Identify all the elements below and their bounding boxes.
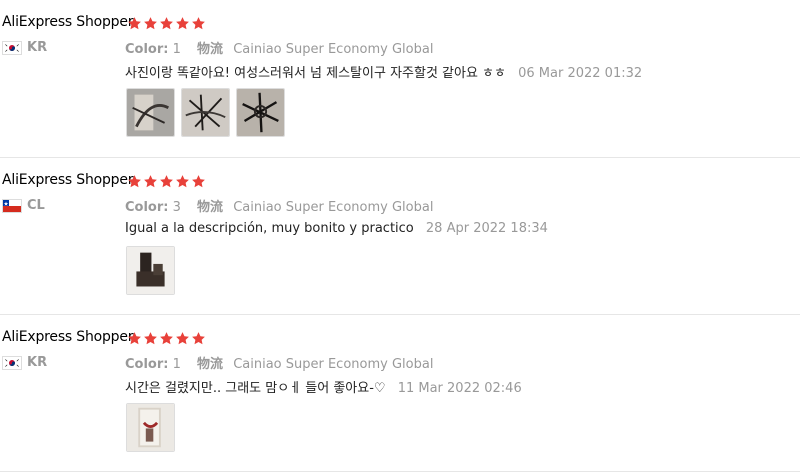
star-icon: [127, 174, 142, 189]
country-code: CL: [27, 198, 45, 213]
review-photo-thumbnail[interactable]: [181, 88, 230, 137]
star-rating: [127, 16, 206, 32]
star-rating: [127, 174, 206, 190]
star-icon: [191, 331, 206, 346]
review-meta: Color: 1 物流 Cainiao Super Economy Global: [125, 38, 433, 57]
review-photo-thumbnail[interactable]: [126, 88, 175, 137]
shipping-value: Cainiao Super Economy Global: [233, 42, 434, 57]
review-photo-thumbnail[interactable]: [126, 403, 175, 452]
star-icon: [143, 174, 158, 189]
review-meta: Color: 3 物流 Cainiao Super Economy Global: [125, 196, 433, 215]
star-icon: [175, 331, 190, 346]
reviewer-name: AliExpress Shopper: [2, 329, 134, 345]
star-rating: [127, 331, 206, 347]
south-korea-flag-icon: [2, 355, 22, 370]
review-date: 11 Mar 2022 02:46: [397, 381, 522, 396]
review-text-row: Igual a la descripción, muy bonito y pra…: [125, 221, 548, 236]
star-icon: [127, 16, 142, 31]
review-photo-thumbnail[interactable]: [236, 88, 285, 137]
shipping-label: 物流: [197, 357, 224, 372]
star-icon: [175, 16, 190, 31]
review-meta: Color: 1 物流 Cainiao Super Economy Global: [125, 353, 433, 372]
shipping-label: 物流: [197, 42, 224, 57]
star-icon: [127, 331, 142, 346]
chile-flag-icon: [2, 198, 22, 213]
color-label: Color:: [125, 200, 169, 215]
divider: [0, 471, 800, 472]
review-text-row: 사진이랑 똑같아요! 여성스러워서 넘 제스탈이구 자주할것 같아요 ㅎㅎ 06…: [125, 62, 642, 81]
country-code: KR: [27, 355, 48, 370]
color-value: 1: [172, 357, 181, 372]
review-photos: [126, 88, 285, 137]
country-code: KR: [27, 40, 48, 55]
review-text: 사진이랑 똑같아요! 여성스러워서 넘 제스탈이구 자주할것 같아요 ㅎㅎ: [125, 66, 506, 81]
reviewer-country: CL: [2, 198, 45, 213]
divider: [0, 314, 800, 315]
south-korea-flag-icon: [2, 40, 22, 55]
review-text: 시간은 걸렸지만.. 그래도 맘ㅇㅔ 들어 좋아요-♡: [125, 381, 386, 396]
reviewer-name: AliExpress Shopper: [2, 14, 134, 30]
reviewer-name: AliExpress Shopper: [2, 172, 134, 188]
review-text: Igual a la descripción, muy bonito y pra…: [125, 221, 414, 236]
star-icon: [191, 174, 206, 189]
color-label: Color:: [125, 42, 169, 57]
star-icon: [159, 174, 174, 189]
shipping-value: Cainiao Super Economy Global: [233, 200, 434, 215]
shipping-label: 物流: [197, 200, 224, 215]
star-icon: [159, 331, 174, 346]
review-photo-thumbnail[interactable]: [126, 246, 175, 295]
review-date: 06 Mar 2022 01:32: [518, 66, 643, 81]
star-icon: [191, 16, 206, 31]
star-icon: [143, 16, 158, 31]
color-value: 1: [172, 42, 181, 57]
review-photos: [126, 403, 175, 452]
color-value: 3: [172, 200, 181, 215]
shipping-value: Cainiao Super Economy Global: [233, 357, 434, 372]
review-date: 28 Apr 2022 18:34: [425, 221, 548, 236]
reviewer-country: KR: [2, 355, 47, 370]
star-icon: [175, 174, 190, 189]
review-photos: [126, 246, 175, 295]
star-icon: [159, 16, 174, 31]
color-label: Color:: [125, 357, 169, 372]
star-icon: [143, 331, 158, 346]
reviewer-country: KR: [2, 40, 47, 55]
divider: [0, 157, 800, 158]
review-text-row: 시간은 걸렸지만.. 그래도 맘ㅇㅔ 들어 좋아요-♡ 11 Mar 2022 …: [125, 377, 522, 396]
